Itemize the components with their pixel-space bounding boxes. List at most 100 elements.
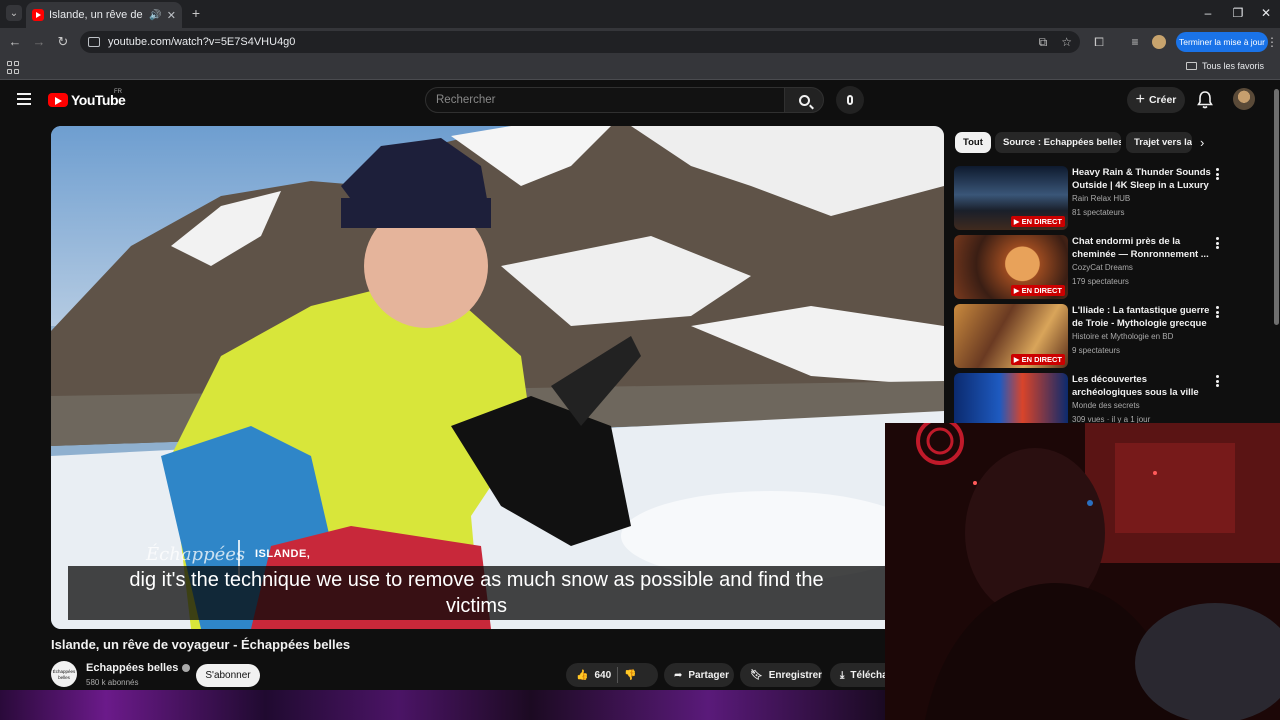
recommendation-title[interactable]: L'Iliade : La fantastique guerre de Troi… bbox=[1072, 304, 1214, 330]
guide-menu-icon[interactable] bbox=[17, 93, 31, 105]
browser-toolbar: ← → ↻ youtube.com/watch?v=5E7S4VHU4g0 ⧉ … bbox=[0, 28, 1280, 56]
recommendation-item[interactable]: ▶ EN DIRECT Chat endormi près de la chem… bbox=[954, 235, 1264, 299]
country-code: FR bbox=[114, 89, 122, 95]
chips-next-chevron-icon[interactable]: › bbox=[1200, 135, 1204, 150]
all-bookmarks-button[interactable]: Tous les favoris bbox=[1185, 61, 1264, 71]
like-divider bbox=[617, 667, 619, 683]
more-options-icon[interactable] bbox=[1216, 237, 1220, 249]
browser-tabstrip: ⌄ Islande, un rêve de voyageur 🔊 ✕ + – ❐… bbox=[0, 0, 1280, 28]
recommendation-meta: 179 spectateurs bbox=[1072, 277, 1129, 286]
channel-avatar[interactable]: Échappées belles bbox=[51, 661, 77, 687]
tab-close-icon[interactable]: ✕ bbox=[167, 9, 176, 22]
tab-audio-icon[interactable]: 🔊 bbox=[149, 10, 161, 21]
recommendation-channel[interactable]: Rain Relax HUB bbox=[1072, 194, 1130, 203]
account-avatar[interactable] bbox=[1233, 88, 1255, 110]
subtitle-line-1: dig it's the technique we use to remove … bbox=[129, 569, 824, 591]
create-label: Créer bbox=[1148, 94, 1177, 106]
url-text[interactable]: youtube.com/watch?v=5E7S4VHU4g0 bbox=[108, 36, 295, 48]
bookmark-star-icon[interactable]: ☆ bbox=[1061, 35, 1072, 50]
recommendation-thumbnail[interactable]: ▶ EN DIRECT bbox=[954, 166, 1068, 230]
more-options-icon[interactable] bbox=[1216, 306, 1220, 318]
background-purple-strip bbox=[0, 690, 885, 720]
video-watermark-title: ISLANDE, bbox=[255, 548, 311, 560]
recommendation-title[interactable]: Chat endormi près de la cheminée — Ronro… bbox=[1072, 235, 1214, 261]
video-title: Islande, un rêve de voyageur - Échappées… bbox=[51, 637, 351, 652]
search-input[interactable]: Rechercher bbox=[425, 87, 785, 113]
more-options-icon[interactable] bbox=[1216, 168, 1220, 180]
page-scrollbar[interactable] bbox=[1274, 89, 1279, 325]
share-button[interactable]: ➦ Partager bbox=[664, 663, 734, 687]
live-badge: ▶ EN DIRECT bbox=[1010, 216, 1065, 227]
webcam-scene bbox=[885, 423, 1280, 720]
close-window-icon[interactable]: ✕ bbox=[1256, 4, 1276, 22]
channel-name-link[interactable]: Echappées belles bbox=[86, 662, 191, 674]
notifications-bell-icon[interactable] bbox=[1197, 91, 1213, 109]
like-count: 640 bbox=[594, 669, 612, 681]
tab-search-icon[interactable]: ⌄ bbox=[6, 5, 22, 21]
chip-all[interactable]: Tout bbox=[955, 132, 991, 153]
forward-arrow-icon[interactable]: → bbox=[30, 33, 48, 51]
restore-icon[interactable]: ❐ bbox=[1228, 4, 1248, 22]
microphone-icon bbox=[847, 95, 853, 105]
download-button[interactable]: ⤓ Téléchar bbox=[830, 663, 885, 687]
address-bar[interactable]: youtube.com/watch?v=5E7S4VHU4g0 ⧉ ☆ bbox=[80, 31, 1080, 53]
site-info-icon[interactable] bbox=[88, 37, 100, 47]
extensions-icon[interactable]: ⧠ bbox=[1090, 33, 1108, 51]
video-watermark-brand: Échappées bbox=[146, 544, 246, 565]
live-badge: ▶ EN DIRECT bbox=[1010, 354, 1065, 365]
webcam-overlay bbox=[885, 423, 1280, 720]
subscribe-button[interactable]: S'abonner bbox=[196, 664, 260, 687]
save-label: Enregistrer bbox=[768, 669, 822, 681]
create-button[interactable]: + Créer bbox=[1127, 87, 1185, 113]
minimize-icon[interactable]: – bbox=[1198, 4, 1218, 22]
recommendation-title[interactable]: Les découvertes archéologiques sous la v… bbox=[1072, 373, 1214, 399]
recommendation-meta: 9 spectateurs bbox=[1072, 346, 1121, 355]
recommendation-title[interactable]: Heavy Rain & Thunder Sounds Outside | 4K… bbox=[1072, 166, 1214, 192]
reading-list-icon[interactable]: ≡ bbox=[1126, 33, 1144, 51]
search-icon bbox=[798, 94, 810, 106]
recommendation-channel[interactable]: Monde des secrets bbox=[1072, 401, 1140, 410]
live-badge: ▶ EN DIRECT bbox=[1010, 285, 1065, 296]
folder-icon bbox=[1185, 62, 1197, 70]
youtube-header: YouTube FR Rechercher + Créer bbox=[0, 81, 1280, 119]
back-arrow-icon[interactable]: ← bbox=[6, 33, 24, 51]
chip-source[interactable]: Source : Echappées belles bbox=[995, 132, 1121, 153]
subscriber-count: 580 k abonnés bbox=[86, 678, 139, 687]
recommendation-item[interactable]: Les découvertes archéologiques sous la v… bbox=[954, 373, 1264, 423]
reload-icon[interactable]: ↻ bbox=[54, 33, 72, 51]
bookmarks-bar: Tous les favoris bbox=[0, 56, 1280, 80]
share-label: Partager bbox=[688, 669, 729, 681]
all-bookmarks-label: Tous les favoris bbox=[1201, 61, 1264, 71]
tab-title: Islande, un rêve de voyageur bbox=[49, 9, 144, 21]
bookmark-icon: 🔖︎ bbox=[750, 669, 763, 681]
recommendation-thumbnail[interactable] bbox=[954, 373, 1068, 423]
like-dislike-group: 👍 640 👎 bbox=[566, 663, 658, 687]
chrome-menu-icon[interactable]: ⋮ bbox=[1266, 33, 1278, 51]
share-arrow-icon: ➦ bbox=[674, 669, 683, 681]
update-button[interactable]: Terminer la mise à jour bbox=[1176, 32, 1268, 52]
channel-name[interactable]: Echappées belles bbox=[86, 662, 178, 674]
subtitle-line-2: victims bbox=[445, 595, 508, 617]
youtube-favicon-icon bbox=[32, 9, 44, 21]
recommendation-thumbnail[interactable]: ▶ EN DIRECT bbox=[954, 304, 1068, 368]
plus-icon: + bbox=[1135, 91, 1145, 108]
search-button[interactable] bbox=[784, 87, 824, 113]
more-options-icon[interactable] bbox=[1216, 375, 1220, 387]
voice-search-button[interactable] bbox=[836, 86, 864, 114]
recommendation-meta: 309 vues · il y a 1 jour bbox=[1072, 415, 1151, 423]
recommendation-item[interactable]: ▶ EN DIRECT L'Iliade : La fantastique gu… bbox=[954, 304, 1264, 368]
new-tab-plus-icon[interactable]: + bbox=[188, 5, 204, 21]
apps-grid-icon[interactable] bbox=[7, 61, 21, 75]
browser-tab-active[interactable]: Islande, un rêve de voyageur 🔊 ✕ bbox=[26, 2, 182, 28]
recommendation-item[interactable]: ▶ EN DIRECT Heavy Rain & Thunder Sounds … bbox=[954, 166, 1264, 230]
save-button[interactable]: 🔖︎ Enregistrer bbox=[740, 663, 822, 687]
like-button[interactable]: 👍 640 bbox=[576, 670, 611, 681]
recommendation-thumbnail[interactable]: ▶ EN DIRECT bbox=[954, 235, 1068, 299]
chip-route[interactable]: Trajet vers la bbox=[1126, 132, 1192, 153]
thumbs-down-icon[interactable]: 👎 bbox=[624, 670, 636, 681]
recommendation-channel[interactable]: CozyCat Dreams bbox=[1072, 263, 1133, 272]
profile-avatar[interactable] bbox=[1152, 35, 1166, 49]
recommendation-channel[interactable]: Histoire et Mythologie en BD bbox=[1072, 332, 1173, 341]
install-app-icon[interactable]: ⧉ bbox=[1039, 35, 1048, 50]
youtube-logo[interactable]: YouTube FR bbox=[48, 89, 126, 108]
